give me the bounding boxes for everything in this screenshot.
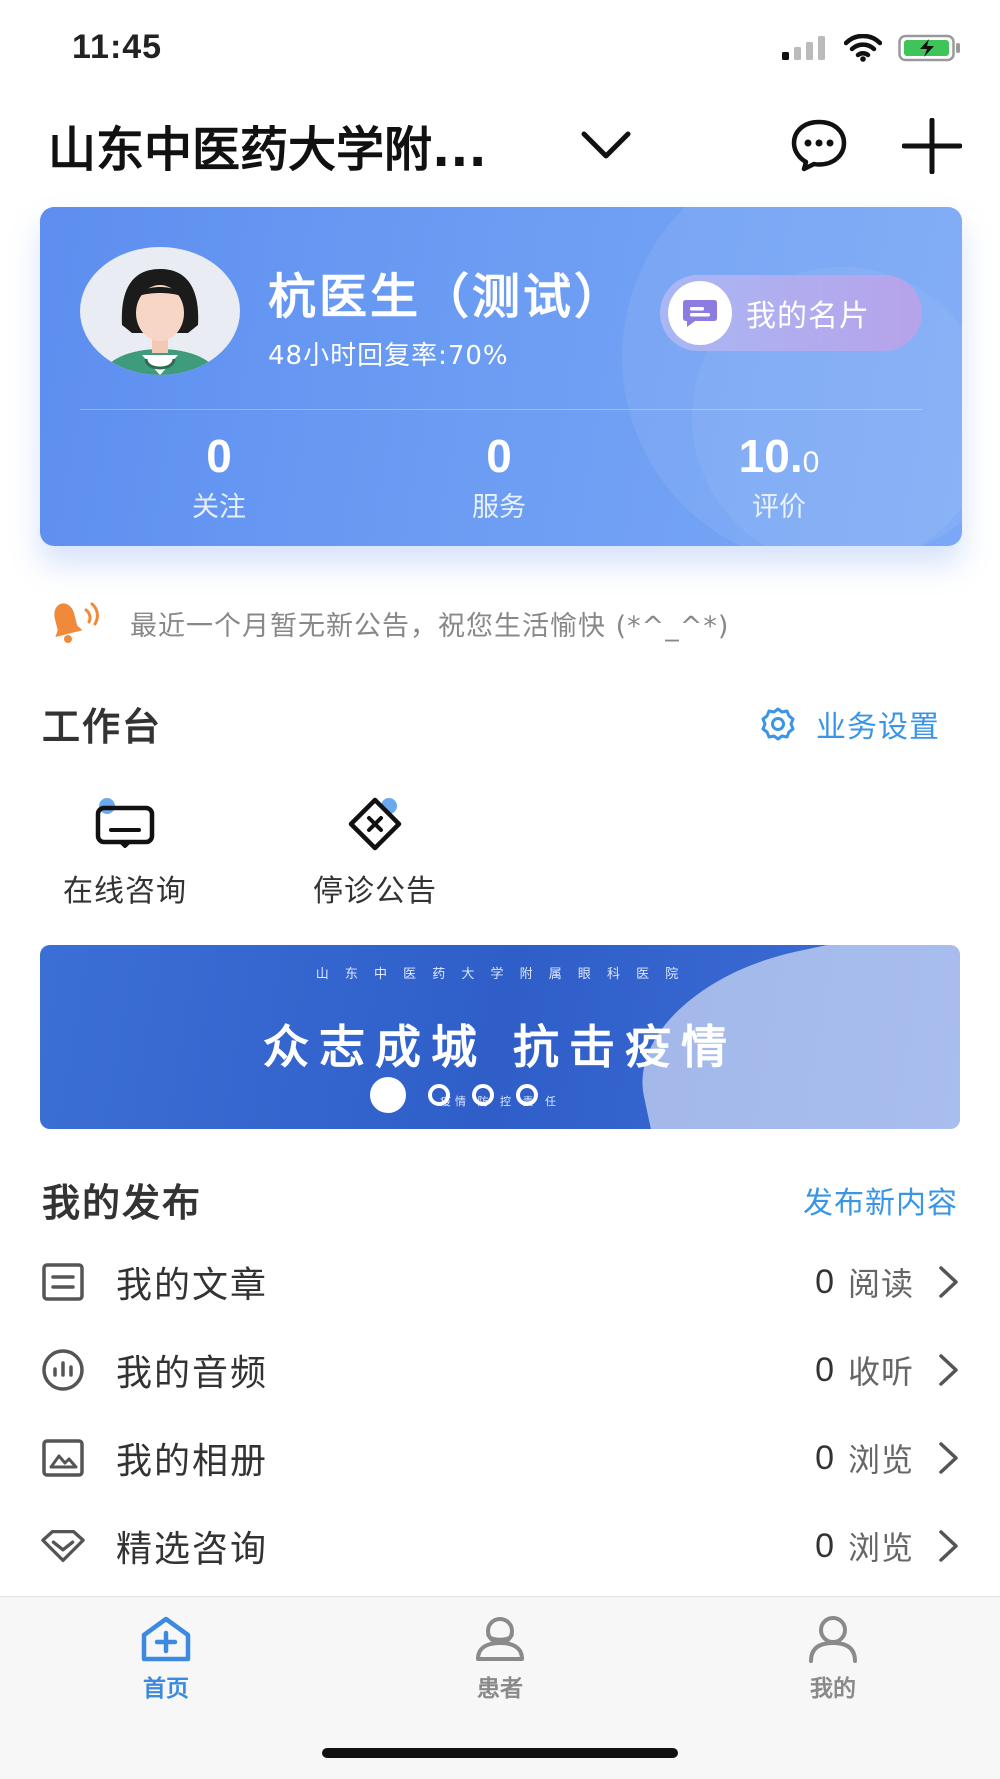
chat-screen-icon (95, 798, 155, 848)
stat-service[interactable]: 0 服务 (399, 429, 599, 524)
audio-icon (40, 1349, 86, 1391)
stat-rating[interactable]: 10.0 评价 (679, 429, 879, 524)
tab-label: 患者 (477, 1676, 523, 1702)
status-time: 11:45 (72, 28, 163, 66)
hospital-selector[interactable]: 山东中医药大学附... (48, 110, 487, 180)
chevron-down-icon[interactable] (580, 128, 632, 162)
diamond-close-icon (348, 797, 402, 851)
row-unit: 浏览 (847, 1441, 914, 1479)
carousel-dot[interactable] (428, 1084, 450, 1106)
home-indicator (322, 1748, 678, 1758)
carousel-dot[interactable] (516, 1084, 538, 1106)
stat-value: 0 (486, 430, 512, 482)
stat-label: 关注 (192, 492, 246, 523)
plus-icon[interactable] (902, 118, 962, 174)
my-card-button[interactable]: 我的名片 (660, 275, 922, 351)
tab-mine[interactable]: 我的 (733, 1615, 933, 1703)
suspension-notice-item[interactable]: 停诊公告 (290, 796, 460, 910)
banner-slogan: 众志成城 抗击疫情 (262, 1020, 737, 1074)
online-consult-item[interactable]: 在线咨询 (40, 796, 210, 910)
row-label: 我的相册 (116, 1441, 269, 1482)
battery-icon (898, 34, 960, 62)
list-item-featured-consult[interactable]: 精选咨询 0 浏览 (40, 1502, 960, 1590)
row-label: 精选咨询 (116, 1529, 269, 1570)
notice-text[interactable]: 最近一个月暂无新公告，祝您生活愉快 (*^_^*) (130, 604, 729, 643)
row-label: 我的音频 (116, 1353, 269, 1394)
status-icons (782, 34, 962, 62)
stat-label: 评价 (752, 492, 806, 523)
workspace-title: 工作台 (42, 705, 163, 749)
my-card-label: 我的名片 (746, 299, 870, 334)
chevron-right-icon (939, 1266, 958, 1298)
publish-new-link[interactable]: 发布新内容 (803, 1178, 958, 1222)
publish-title: 我的发布 (42, 1181, 203, 1225)
user-icon (809, 1616, 857, 1663)
row-unit: 阅读 (847, 1265, 914, 1303)
card-divider (80, 409, 922, 410)
message-icon[interactable] (790, 118, 848, 172)
banner-hospital-text: 山 东 中 医 药 大 学 附 属 眼 科 医 院 (315, 967, 685, 982)
home-icon (141, 1616, 191, 1662)
profile-card[interactable]: 杭医生（测试） 48小时回复率:70% 我的名片 0 关注 0 服务 10.0 … (40, 207, 962, 546)
online-consult-label: 在线咨询 (63, 874, 187, 909)
business-settings-link[interactable]: 业务设置 (760, 702, 940, 746)
diamond-icon (40, 1528, 86, 1564)
list-item-articles[interactable]: 我的文章 0 阅读 (40, 1238, 960, 1326)
row-count: 0 (815, 1526, 834, 1565)
list-item-album[interactable]: 我的相册 0 浏览 (40, 1414, 960, 1502)
row-count: 0 (815, 1350, 834, 1389)
album-icon (40, 1438, 86, 1478)
list-item-audio[interactable]: 我的音频 0 收听 (40, 1326, 960, 1414)
rating-small: 0 (802, 446, 820, 479)
rating-main: 10. (738, 430, 803, 482)
article-icon (40, 1262, 86, 1302)
signal-icon (782, 36, 825, 60)
row-unit: 浏览 (847, 1529, 914, 1567)
doctor-avatar-icon (104, 269, 216, 375)
business-card-icon (668, 281, 732, 345)
chevron-right-icon (939, 1442, 958, 1474)
avatar[interactable] (80, 247, 240, 375)
wifi-icon (844, 34, 882, 62)
carousel-dot[interactable] (370, 1077, 406, 1113)
suspension-notice-label: 停诊公告 (313, 874, 437, 909)
carousel-dots[interactable] (370, 1077, 538, 1113)
business-settings-label: 业务设置 (816, 710, 940, 745)
carousel-dot[interactable] (472, 1084, 494, 1106)
doctor-name: 杭医生（测试） (268, 269, 626, 325)
gear-icon (761, 707, 795, 741)
tab-label: 我的 (810, 1676, 856, 1702)
row-count: 0 (815, 1438, 834, 1477)
stat-label: 服务 (472, 492, 526, 523)
chevron-right-icon (939, 1530, 958, 1562)
tab-label: 首页 (143, 1676, 189, 1702)
bell-icon (54, 602, 99, 643)
stat-value: 10.0 (679, 429, 879, 483)
tab-home[interactable]: 首页 (66, 1615, 266, 1703)
stat-follow[interactable]: 0 关注 (119, 429, 319, 524)
chevron-right-icon (939, 1354, 958, 1386)
patient-icon (476, 1617, 524, 1661)
row-unit: 收听 (847, 1353, 914, 1391)
reply-rate: 48小时回复率:70% (268, 341, 509, 371)
tab-patients[interactable]: 患者 (400, 1615, 600, 1703)
stat-value: 0 (206, 430, 232, 482)
row-label: 我的文章 (116, 1265, 269, 1306)
row-count: 0 (815, 1262, 834, 1301)
